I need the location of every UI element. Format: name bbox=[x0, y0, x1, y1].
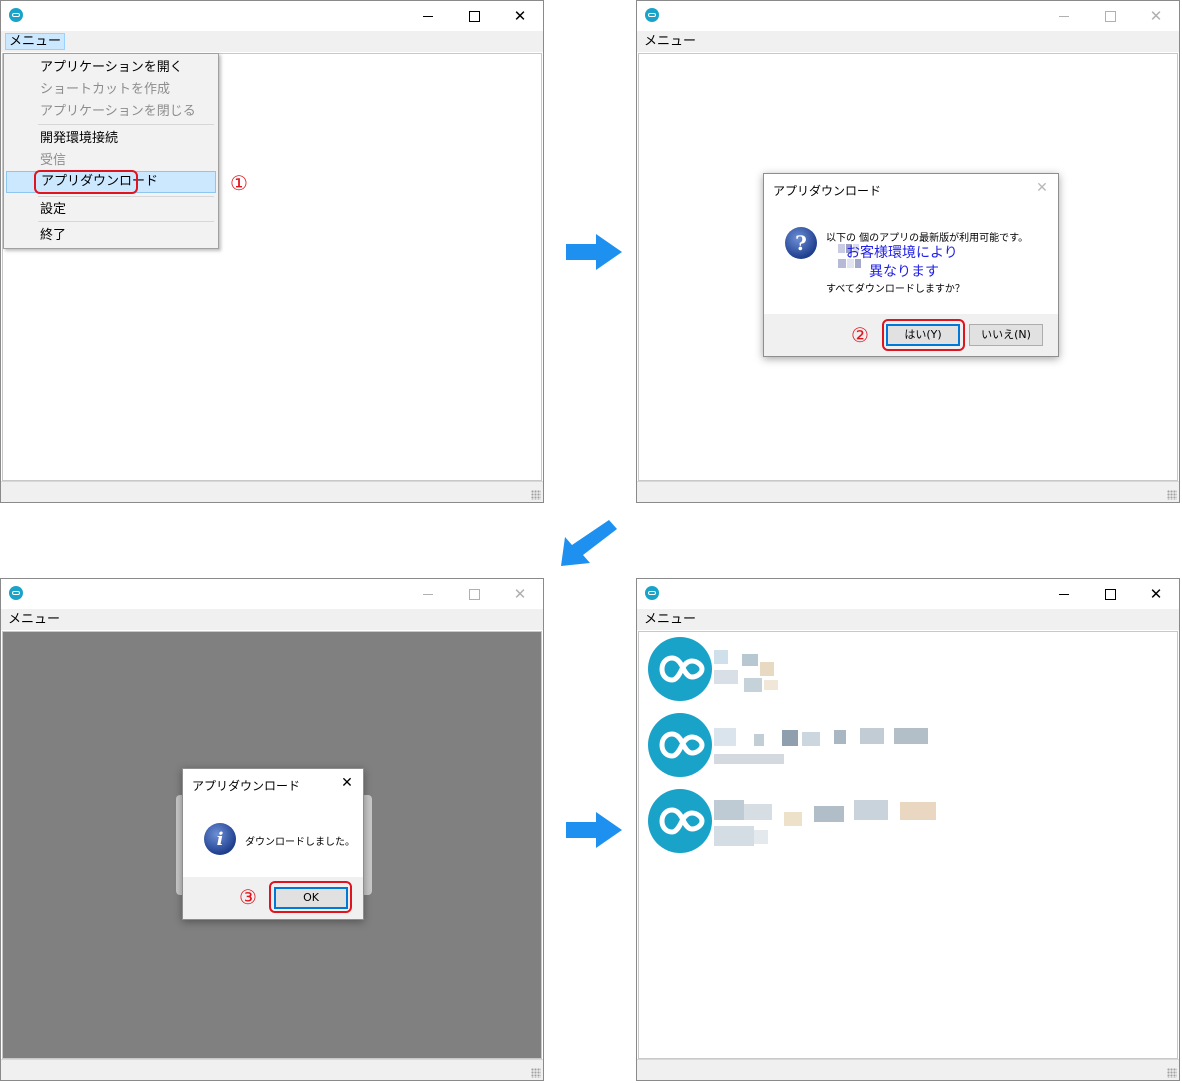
step-marker-1: ① bbox=[230, 171, 248, 195]
redacted-app-name bbox=[714, 650, 784, 694]
dialog-message: ダウンロードしました。 bbox=[245, 837, 355, 848]
app-icon bbox=[9, 8, 23, 22]
maximize-button[interactable] bbox=[1087, 579, 1133, 609]
status-bar bbox=[1, 481, 543, 502]
menu-item-exit[interactable]: 終了 bbox=[6, 225, 216, 247]
maximize-button[interactable] bbox=[451, 579, 497, 609]
menu-separator bbox=[38, 196, 214, 197]
highlight-box-3 bbox=[269, 881, 352, 913]
question-icon: ? bbox=[785, 227, 817, 259]
app-icon bbox=[9, 586, 23, 600]
menu-item-receive: 受信 bbox=[40, 153, 67, 168]
menu-bar: メニュー bbox=[637, 31, 1179, 52]
dialog-close-button[interactable]: ✕ bbox=[335, 771, 359, 795]
step-marker-3: ③ bbox=[239, 885, 257, 909]
menu-item-settings[interactable]: 設定 bbox=[6, 199, 216, 221]
step-marker-2: ② bbox=[851, 323, 869, 347]
redacted-app-name bbox=[714, 728, 928, 766]
app-list-item-icon[interactable] bbox=[648, 713, 712, 777]
resize-grip[interactable] bbox=[1167, 1068, 1177, 1078]
redacted-app-name bbox=[714, 800, 938, 850]
close-button[interactable]: ✕ bbox=[497, 1, 543, 31]
minimize-button[interactable] bbox=[405, 1, 451, 31]
menu-item-create-shortcut: ショートカットを作成 bbox=[40, 82, 171, 97]
window-panel-3: ✕ メニュー アプリダウンロード ✕ i ダウンロードしました。 OK ③ bbox=[0, 578, 544, 1081]
maximize-button[interactable] bbox=[1087, 1, 1133, 31]
menu-bar: メニュー bbox=[637, 609, 1179, 630]
app-list-item-icon[interactable] bbox=[648, 637, 712, 701]
highlight-box-1 bbox=[34, 170, 138, 194]
menu-item-dev-connect[interactable]: 開発環境接続 bbox=[6, 128, 216, 150]
app-icon bbox=[645, 586, 659, 600]
app-icon bbox=[645, 8, 659, 22]
menu-button[interactable]: メニュー bbox=[641, 33, 699, 50]
minimize-button[interactable] bbox=[405, 579, 451, 609]
minimize-button[interactable] bbox=[1041, 579, 1087, 609]
arrow-right-icon bbox=[566, 812, 622, 848]
close-button[interactable]: ✕ bbox=[1133, 579, 1179, 609]
dialog-overlay-text-1: お客様環境により bbox=[846, 245, 958, 261]
title-bar: ✕ bbox=[1, 1, 543, 31]
resize-grip[interactable] bbox=[1167, 490, 1177, 500]
close-button[interactable]: ✕ bbox=[1133, 1, 1179, 31]
minimize-button[interactable] bbox=[1041, 1, 1087, 31]
status-bar bbox=[637, 481, 1179, 502]
title-bar: ✕ bbox=[637, 579, 1179, 609]
resize-grip[interactable] bbox=[531, 490, 541, 500]
no-button[interactable]: いいえ(N) bbox=[969, 324, 1043, 346]
menu-separator bbox=[38, 124, 214, 125]
menu-bar: メニュー bbox=[1, 609, 543, 630]
window-panel-1: ✕ メニュー アプリケーションを開く ショートカットを作成 アプリケーションを閉… bbox=[0, 0, 544, 503]
highlight-box-2 bbox=[882, 319, 965, 351]
dialog-close-button[interactable]: ✕ bbox=[1030, 176, 1054, 200]
arrow-down-left-icon bbox=[561, 520, 617, 566]
menu-button[interactable]: メニュー bbox=[641, 611, 699, 628]
menu-button[interactable]: メニュー bbox=[5, 33, 66, 50]
status-bar bbox=[637, 1059, 1179, 1080]
app-list-item-icon[interactable] bbox=[648, 789, 712, 853]
status-bar bbox=[1, 1059, 543, 1080]
menu-item-close-app: アプリケーションを閉じる bbox=[40, 104, 196, 119]
menu-dropdown: アプリケーションを開く ショートカットを作成 アプリケーションを閉じる 開発環境… bbox=[3, 53, 219, 249]
menu-button[interactable]: メニュー bbox=[5, 611, 63, 628]
menu-item-open-app[interactable]: アプリケーションを開く bbox=[6, 57, 216, 79]
dialog-title: アプリダウンロード bbox=[192, 779, 301, 793]
menu-bar: メニュー bbox=[1, 31, 543, 52]
maximize-button[interactable] bbox=[451, 1, 497, 31]
dialog-title: アプリダウンロード bbox=[773, 184, 882, 198]
title-bar: ✕ bbox=[1, 579, 543, 609]
menu-separator bbox=[38, 221, 214, 222]
title-bar: ✕ bbox=[637, 1, 1179, 31]
dialog-overlay-text-2: 異なります bbox=[869, 264, 939, 280]
arrow-right-icon bbox=[566, 234, 622, 270]
window-panel-2: ✕ メニュー アプリダウンロード ✕ ? 以下の 個のアプリの最新版が利用可能で… bbox=[636, 0, 1180, 503]
resize-grip[interactable] bbox=[531, 1068, 541, 1078]
info-icon: i bbox=[204, 823, 236, 855]
dialog-message-last: すべてダウンロードしますか？ bbox=[826, 284, 965, 295]
close-button[interactable]: ✕ bbox=[497, 579, 543, 609]
